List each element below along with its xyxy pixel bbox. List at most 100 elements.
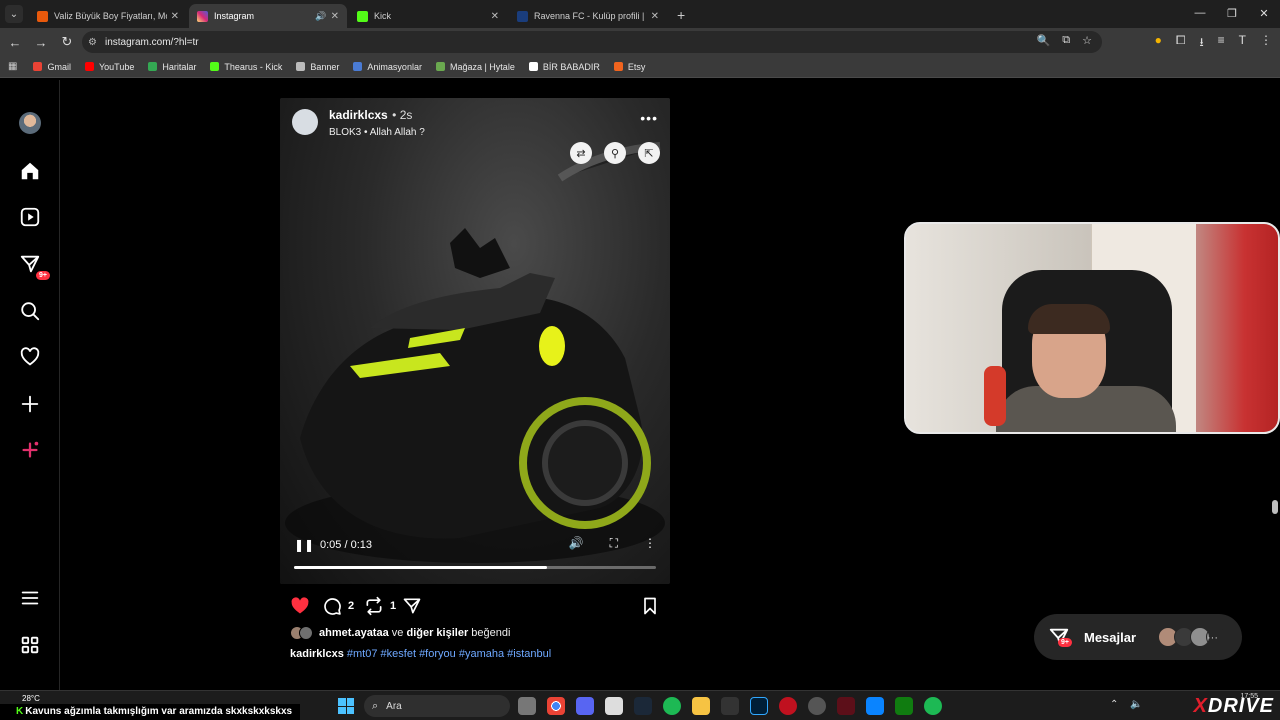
tab-close-icon[interactable]: ✕ [331,11,339,22]
bookmark-animations[interactable]: Animasyonlar [353,62,422,72]
bookmark-gmail[interactable]: Gmail [33,62,71,72]
post-author-avatar[interactable] [292,109,318,135]
tab-search-chevron-icon[interactable]: ⌄ [5,5,23,23]
post-username[interactable]: kadirklcxs [329,108,388,122]
repost-icon[interactable]: ⇄ [570,142,592,164]
spotify-icon[interactable] [663,697,681,715]
bookmark-etsy[interactable]: Etsy [613,62,645,72]
profile-avatar[interactable] [19,112,41,134]
tab-close-icon[interactable]: ✕ [651,11,659,22]
fullscreen-icon[interactable]: ⛶ [610,536,618,551]
address-bar[interactable]: ⚙ instagram.com/?hl=tr 🔍 ⧉ ☆ [82,31,1102,53]
post-options-icon[interactable]: ••• [640,110,658,126]
bookmark-maps[interactable]: Haritalar [148,62,196,72]
tab-close-icon[interactable]: ✕ [171,11,179,22]
apps-grid-icon[interactable]: ▦ [8,61,17,72]
tab-valiz[interactable]: Valiz Büyük Boy Fiyatları, Modelleri ✕ [29,4,187,28]
pin-icon[interactable]: ⚲ [604,142,626,164]
site-info-icon[interactable]: ⚙ [88,37,97,48]
messages-pill[interactable]: 9+ Mesajlar ··· [1034,614,1242,660]
caption-username[interactable]: kadirklcxs [290,648,344,660]
reels-icon[interactable] [18,205,42,229]
volume-icon[interactable]: 🔊 [569,536,584,551]
direct-messages-icon[interactable]: 9+ [18,252,50,280]
task-view-icon[interactable] [518,697,536,715]
minimize-icon[interactable]: — [1184,0,1216,26]
hashtag[interactable]: #istanbul [507,648,551,660]
open-external-icon[interactable]: ⇱ [638,142,660,164]
video-menu-icon[interactable]: ⋮ [644,536,656,551]
browser-menu-icon[interactable]: ⋮ [1260,33,1272,54]
save-button[interactable] [640,596,666,616]
zoom-icon[interactable]: 🔍 [1037,34,1051,47]
tab-close-icon[interactable]: ✕ [491,11,499,22]
liker-username[interactable]: ahmet.ayataa [319,627,389,639]
bookmark-banner[interactable]: Banner [296,62,339,72]
tray-chevron-icon[interactable]: ⌃ [1110,699,1118,710]
volume-icon[interactable]: 🔈 [1130,699,1142,710]
more-menu-icon[interactable] [18,586,42,610]
taskbar-search[interactable]: ⌕ Ara [364,695,510,717]
hashtag[interactable]: #foryou [419,648,456,660]
video-progress-bar[interactable] [294,566,656,569]
valorant-icon[interactable] [837,697,855,715]
steam-icon[interactable] [634,697,652,715]
red-app-icon[interactable] [779,697,797,715]
home-icon[interactable] [18,159,42,183]
bookmark-bir-babadir[interactable]: BİR BABADIR [528,62,600,72]
hashtag[interactable]: #yamaha [459,648,504,660]
comment-button[interactable]: 2 [322,596,354,616]
create-plus-icon[interactable] [18,392,42,416]
speaker-icon[interactable]: 🔊 [315,11,326,22]
bookmark-hytale[interactable]: Mağaza | Hytale [435,62,515,72]
back-arrow-icon[interactable]: ← [4,31,26,53]
install-app-icon[interactable]: ⧉ [1062,34,1070,47]
meta-ai-sparkle-icon[interactable] [18,438,42,462]
close-window-icon[interactable]: ✕ [1248,0,1280,26]
xbox-icon[interactable] [895,697,913,715]
bookmark-kick[interactable]: Thearus - Kick [210,62,282,72]
epic-games-icon[interactable] [721,697,739,715]
post-audio-subtitle[interactable]: BLOK3 • Allah Allah ? [329,127,425,138]
forward-arrow-icon[interactable]: → [30,31,52,53]
extension-icon[interactable]: ● [1155,33,1162,54]
bookmark-star-icon[interactable]: ☆ [1082,34,1092,47]
restore-icon[interactable]: ❐ [1216,0,1248,26]
app-icon[interactable] [605,697,623,715]
tab-list-icon[interactable]: ≡ [1218,33,1225,54]
pause-icon[interactable]: ❚❚ [294,538,314,552]
tab-instagram[interactable]: Instagram 🔊 ✕ [189,4,347,28]
file-explorer-icon[interactable] [692,697,710,715]
post-video[interactable]: kadirklcxs • 2s BLOK3 • Allah Allah ? ••… [280,98,670,584]
weather-widget[interactable]: 28°C [22,694,40,703]
more-dots-icon: ··· [1206,627,1226,647]
like-button[interactable] [290,596,316,616]
profile-icon[interactable]: T [1239,33,1246,54]
settings-icon[interactable] [808,697,826,715]
app-icon[interactable] [866,697,884,715]
windows-start-icon[interactable] [338,698,354,714]
notification-badge: 9+ [36,271,50,280]
photoshop-icon[interactable] [750,697,768,715]
new-tab-plus-icon[interactable]: + [677,7,685,23]
tab-ravenna[interactable]: Ravenna FC - Kulüp profili | Transfermar… [509,4,667,28]
download-icon[interactable]: ⭳ [1199,33,1203,54]
hashtag[interactable]: #kesfet [381,648,416,660]
repost-button[interactable]: 1 [364,596,396,616]
bookmarks-bar: ▦ Gmail YouTube Haritalar Thearus - Kick… [0,56,1280,78]
extensions-puzzle-icon[interactable]: ⧠ [1176,33,1186,54]
reload-icon[interactable]: ↻ [56,31,78,53]
search-icon[interactable] [18,299,42,323]
share-button[interactable] [402,596,428,616]
chrome-icon[interactable] [547,697,565,715]
tab-kick[interactable]: Kick ✕ [349,4,507,28]
also-from-meta-icon[interactable] [18,633,42,657]
page-scrollbar[interactable] [1272,500,1278,514]
spotify-icon[interactable] [924,697,942,715]
heart-icon[interactable] [18,345,42,369]
bookmark-youtube[interactable]: YouTube [84,62,134,72]
discord-icon[interactable] [576,697,594,715]
hashtag[interactable]: #mt07 [347,648,378,660]
likes-others-link[interactable]: diğer kişiler [406,627,468,639]
screen: ⌄ Valiz Büyük Boy Fiyatları, Modelleri ✕… [0,0,1280,720]
